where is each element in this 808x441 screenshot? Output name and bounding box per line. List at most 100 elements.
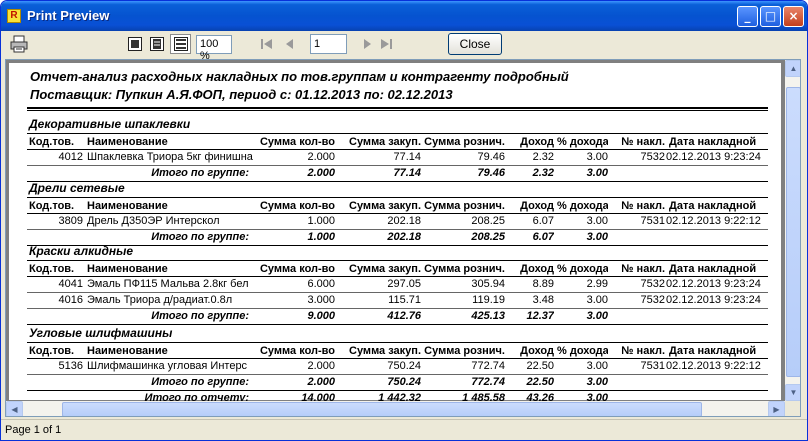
horizontal-scrollbar[interactable]: ◀ ▶ [6, 401, 785, 416]
group-bottom-rule [27, 181, 768, 182]
page-number-input[interactable]: 1 [310, 34, 347, 54]
previous-page-icon[interactable] [283, 37, 297, 51]
column-header: Код.тов. [29, 136, 75, 148]
scroll-left-icon[interactable]: ◀ [6, 401, 23, 416]
group-total-cell: 425.13 [471, 310, 505, 322]
group-total-cell: 6.07 [532, 231, 554, 243]
table-cell: 2.99 [586, 278, 608, 290]
first-page-icon[interactable] [260, 37, 274, 51]
group-total-cell: 412.76 [387, 310, 421, 322]
header-separator [27, 107, 768, 109]
group-name: Дрели сетевые [29, 181, 125, 195]
table-cell: 02.12.2013 9:22:12 [666, 360, 761, 372]
column-header: Сумма кол-во [259, 136, 335, 148]
row-rule [27, 292, 768, 293]
next-page-icon[interactable] [360, 37, 374, 51]
window-title: Print Preview [27, 8, 110, 23]
full-width-view-button[interactable] [170, 34, 191, 54]
table-cell: 7531 [640, 360, 665, 372]
column-header-rule [27, 149, 768, 150]
vertical-scrollbar[interactable]: ▲ ▼ [785, 60, 800, 401]
group-total-cell: 3.00 [586, 376, 608, 388]
close-button[interactable]: Close [448, 33, 502, 55]
row-rule [27, 229, 768, 230]
column-header: Сумма рознич. [424, 345, 505, 357]
group-total-cell: 9.000 [307, 310, 335, 322]
maximize-button[interactable]: □ [760, 6, 781, 27]
row-rule [27, 165, 768, 166]
print-preview-window: R Print Preview _ □ × 100 % 1 Close Отче… [0, 0, 808, 441]
column-header: % дохода [557, 136, 608, 148]
table-cell: 02.12.2013 9:22:12 [666, 215, 761, 227]
group-total-cell: 1.000 [307, 231, 335, 243]
header-separator-thin [27, 110, 768, 111]
report-page: Отчет-анализ расходных накладных по тов.… [9, 63, 781, 407]
column-header: Дата накладной [669, 136, 757, 148]
table-cell: 750.24 [387, 360, 421, 372]
column-header: № накл. [621, 200, 665, 212]
group-total-cell: 2.000 [307, 167, 335, 179]
horizontal-scroll-thumb[interactable] [62, 402, 702, 416]
column-header: Сумма кол-во [259, 345, 335, 357]
column-header: Наименование [87, 263, 168, 275]
scroll-up-icon[interactable]: ▲ [785, 60, 800, 77]
table-cell: 1.000 [307, 215, 335, 227]
title-bar[interactable]: R Print Preview _ □ × [1, 1, 807, 31]
row-rule [27, 374, 768, 375]
group-bottom-rule [27, 324, 768, 325]
group-total-cell: 750.24 [387, 376, 421, 388]
table-cell: 8.89 [532, 278, 554, 290]
table-cell: 3.00 [586, 360, 608, 372]
vertical-scroll-thumb[interactable] [786, 87, 800, 377]
group-top-rule [27, 197, 768, 198]
table-cell: 5136 [58, 360, 83, 372]
table-cell: 3.00 [586, 294, 608, 306]
table-cell: 4041 [58, 278, 83, 290]
group-total-cell: 3.00 [586, 310, 608, 322]
table-cell: 2.32 [532, 151, 554, 163]
table-cell: 208.25 [471, 215, 505, 227]
scrollbar-corner [785, 401, 800, 416]
table-cell: 115.71 [388, 294, 421, 306]
zoom-field[interactable]: 100 % [196, 35, 232, 62]
table-cell: 7532 [640, 294, 665, 306]
preview-area: Отчет-анализ расходных накладных по тов.… [5, 59, 801, 417]
table-cell: Шлифмашинка угловая Интерс [87, 360, 248, 372]
group-total-cell: 22.50 [526, 376, 554, 388]
group-bottom-rule [27, 390, 768, 391]
table-cell: 3809 [58, 215, 83, 227]
scroll-down-icon[interactable]: ▼ [785, 384, 800, 401]
column-header: Доход [520, 345, 554, 357]
one-page-view-icon[interactable] [128, 37, 142, 51]
minimize-button[interactable]: _ [737, 6, 758, 27]
table-cell: 7532 [640, 278, 665, 290]
column-header: Сумма закуп. [349, 263, 421, 275]
table-cell: 3.00 [586, 151, 608, 163]
group-total-cell: 772.74 [471, 376, 505, 388]
group-total-cell: 77.14 [393, 167, 421, 179]
column-header: Дата накладной [669, 200, 757, 212]
column-header: Дата накладной [669, 263, 757, 275]
column-header: % дохода [557, 200, 608, 212]
table-cell: 3.000 [307, 294, 335, 306]
printer-icon[interactable] [10, 35, 28, 53]
toolbar [1, 31, 807, 58]
column-header: № накл. [621, 263, 665, 275]
column-header: Дата накладной [669, 345, 757, 357]
column-header: Сумма рознич. [424, 136, 505, 148]
group-bottom-rule [27, 245, 768, 246]
table-cell: 305.94 [471, 278, 505, 290]
group-top-rule [27, 133, 768, 134]
close-window-button[interactable]: × [783, 6, 804, 27]
last-page-icon[interactable] [379, 37, 393, 51]
column-header: Доход [520, 200, 554, 212]
group-total-cell: Итого по группе: [151, 231, 249, 243]
column-header: Наименование [87, 200, 168, 212]
scroll-right-icon[interactable]: ▶ [768, 401, 785, 416]
group-total-cell: 3.00 [586, 231, 608, 243]
column-header: Сумма рознич. [424, 200, 505, 212]
table-cell: 77.14 [393, 151, 421, 163]
group-total-cell: 2.32 [532, 167, 554, 179]
page-width-view-icon[interactable] [150, 37, 164, 51]
column-header: № накл. [621, 136, 665, 148]
